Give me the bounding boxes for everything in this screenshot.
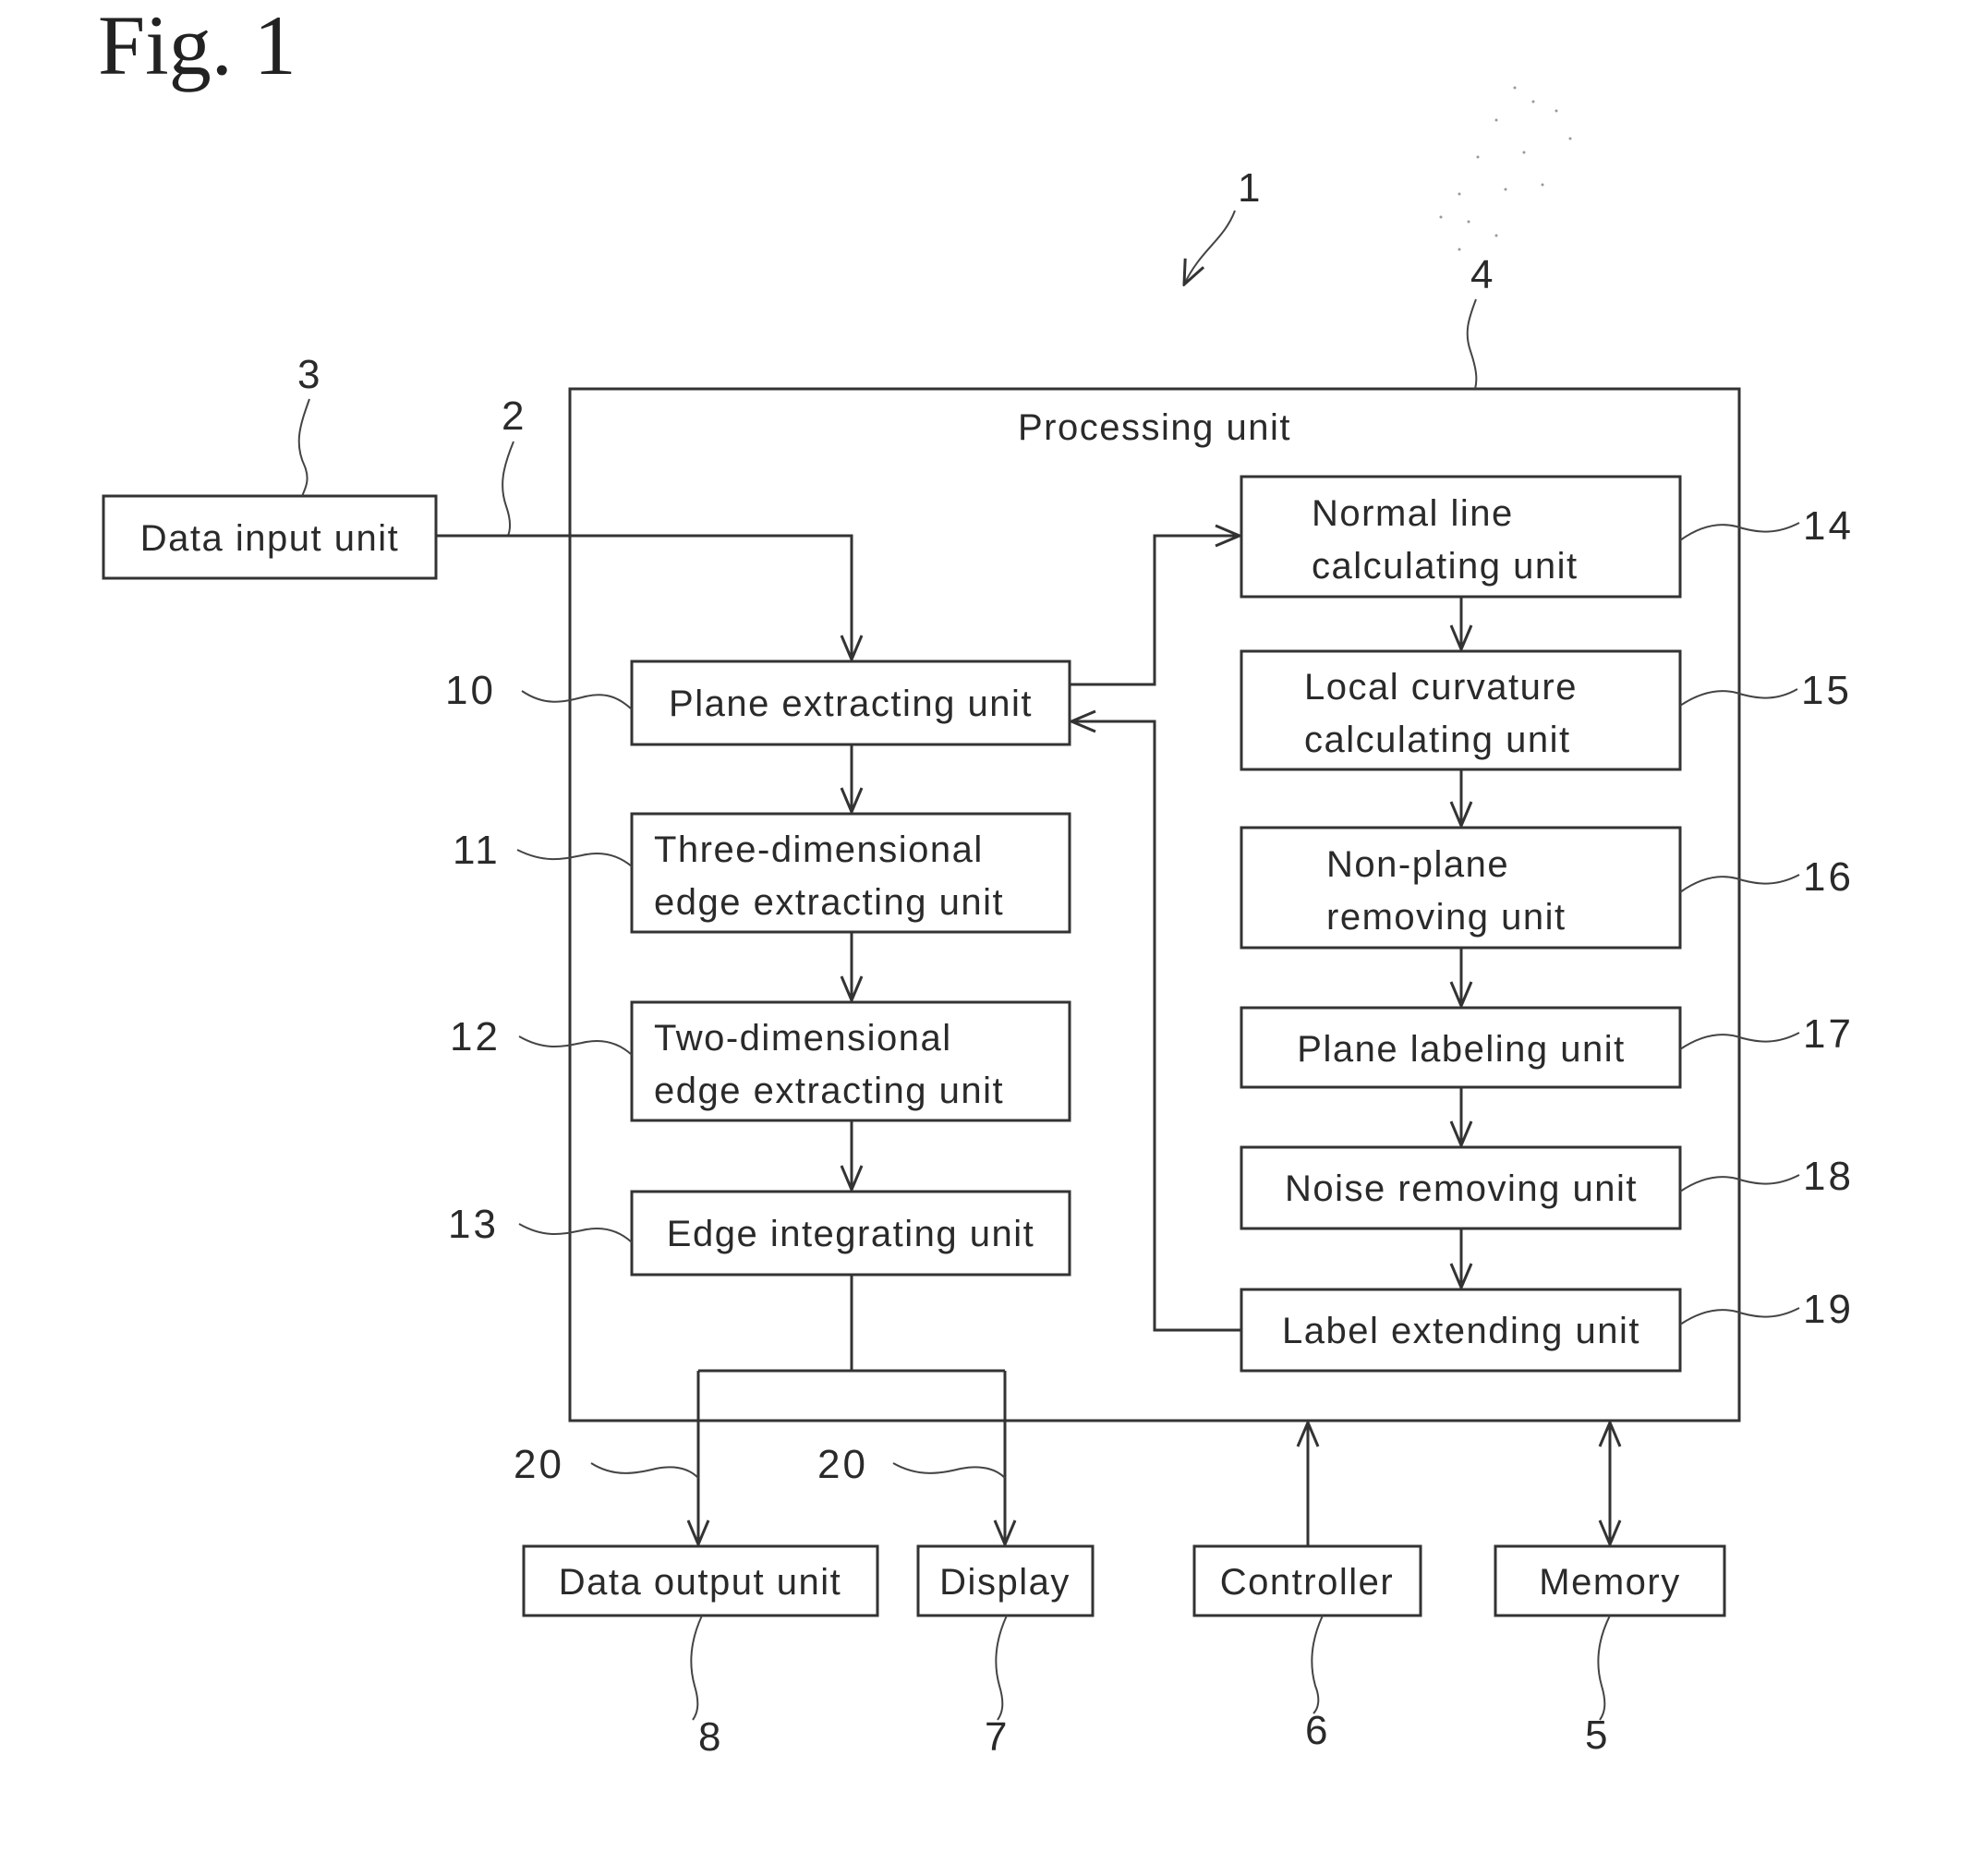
normal-line-label-line2: calculating unit [1312,546,1579,587]
non-plane-label-line1: Non-plane [1326,844,1509,885]
data-input-unit-block[interactable]: Data input unit [102,494,438,580]
ref-leader-8 [690,1615,703,1721]
display-block[interactable]: Display [916,1544,1095,1617]
ref-label-11: 11 [453,828,501,873]
ref-label-20-b: 20 [817,1442,868,1487]
local-curvature-calculating-unit-block[interactable]: Local curvature calculating unit [1240,649,1682,771]
ref-leader-7 [995,1615,1008,1721]
ref-leader-5 [1597,1615,1611,1721]
ref-leader-20-b [892,1462,1006,1479]
controller-label: Controller [1220,1562,1394,1603]
processing-unit-label: Processing unit [1018,407,1291,448]
normal-line-calculating-unit-block[interactable]: Normal line calculating unit [1240,475,1682,599]
non-plane-removing-unit-block[interactable]: Non-plane removing unit [1240,826,1682,950]
ref-label-12: 12 [450,1014,501,1059]
ref-label-8: 8 [698,1714,723,1760]
ref-label-3: 3 [297,352,322,397]
arrow-plane-to-normal-line [1070,536,1240,686]
memory-block[interactable]: Memory [1494,1544,1726,1617]
ref-label-17: 17 [1803,1011,1854,1057]
ref-leader-4 [1466,298,1478,390]
plane-labeling-unit-label: Plane labeling unit [1297,1029,1625,1070]
ref-label-7: 7 [985,1714,1010,1760]
two-dimensional-edge-extracting-unit-block[interactable]: Two-dimensional edge extracting unit [630,1000,1071,1122]
scan-speckles [1439,86,1572,251]
two-dim-edge-label-line1: Two-dimensional [654,1018,952,1059]
plane-labeling-unit-block[interactable]: Plane labeling unit [1240,1006,1682,1089]
ref-label-14: 14 [1803,503,1854,549]
ref-label-18: 18 [1803,1154,1854,1199]
non-plane-label-line2: removing unit [1326,897,1567,938]
feedback-arrow-to-plane-extracting [1071,721,1241,1332]
local-curvature-label-line1: Local curvature [1304,667,1578,708]
ref-label-5: 5 [1585,1713,1610,1758]
system-ref-arrow [1184,210,1236,284]
block-diagram: Fig. 1 1 Processing unit 4 Data input un… [98,0,1854,1760]
memory-label: Memory [1539,1562,1680,1603]
ref-label-1: 1 [1238,165,1263,211]
data-output-unit-label: Data output unit [559,1562,841,1603]
ref-leader-10 [521,690,633,710]
plane-extracting-unit-label: Plane extracting unit [669,684,1033,724]
ref-label-2: 2 [502,393,526,439]
ref-label-15: 15 [1801,668,1852,713]
local-curvature-label-line2: calculating unit [1304,720,1571,760]
normal-line-label-line1: Normal line [1312,493,1514,534]
ref-leader-6 [1311,1615,1324,1714]
ref-leader-11 [516,849,633,867]
noise-removing-unit-block[interactable]: Noise removing unit [1240,1145,1682,1230]
three-dim-edge-label-line2: edge extracting unit [654,882,1004,923]
ref-leader-12 [518,1035,633,1056]
ref-leader-3 [297,398,310,497]
two-dim-edge-label-line2: edge extracting unit [654,1071,1004,1111]
edge-integrating-unit-block[interactable]: Edge integrating unit [630,1190,1071,1277]
ref-label-20-a: 20 [514,1442,564,1487]
three-dim-edge-label-line1: Three-dimensional [654,829,984,870]
ref-leader-2 [502,441,514,537]
controller-block[interactable]: Controller [1192,1544,1422,1617]
ref-leader-13 [518,1223,633,1243]
plane-extracting-unit-block[interactable]: Plane extracting unit [630,660,1071,746]
ref-label-6: 6 [1305,1708,1330,1753]
display-label: Display [939,1562,1071,1603]
data-input-unit-label: Data input unit [140,518,399,559]
figure-title: Fig. 1 [98,0,296,92]
ref-label-19: 19 [1803,1287,1854,1332]
ref-label-13: 13 [448,1202,499,1247]
three-dimensional-edge-extracting-unit-block[interactable]: Three-dimensional edge extracting unit [630,812,1071,934]
ref-label-4: 4 [1470,252,1495,297]
data-output-unit-block[interactable]: Data output unit [522,1544,879,1617]
edge-integrating-unit-label: Edge integrating unit [667,1214,1034,1254]
ref-label-10: 10 [445,668,496,713]
noise-removing-unit-label: Noise removing unit [1285,1168,1638,1209]
label-extending-unit-block[interactable]: Label extending unit [1240,1288,1682,1373]
ref-leader-20-a [590,1462,699,1479]
input-data-line [436,534,852,660]
ref-label-16: 16 [1803,854,1854,900]
label-extending-unit-label: Label extending unit [1282,1311,1640,1351]
